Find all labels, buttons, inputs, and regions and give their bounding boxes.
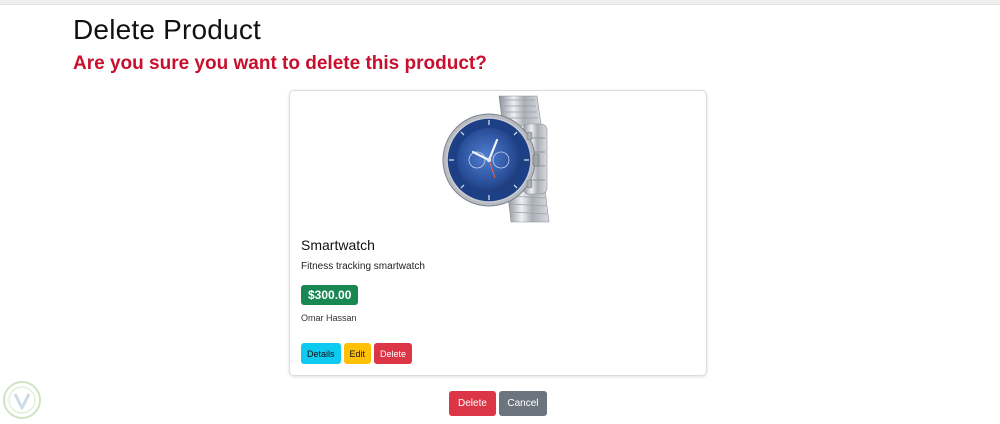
form-actions: Delete Cancel — [449, 391, 547, 416]
card-actions: Details Edit Delete — [301, 343, 413, 364]
page-title: Delete Product — [73, 14, 262, 45]
price-badge: $300.00 — [301, 285, 359, 305]
seller-name: Omar Hassan — [301, 313, 357, 323]
product-name: Smartwatch — [301, 237, 375, 253]
confirm-text: Are you sure you want to delete this pro… — [73, 53, 487, 74]
product-description: Fitness tracking smartwatch — [301, 261, 425, 272]
card-delete-button[interactable]: Delete — [374, 343, 413, 364]
cancel-button[interactable]: Cancel — [498, 391, 547, 416]
product-card: Smartwatch Fitness tracking smartwatch $… — [289, 90, 707, 376]
confirm-delete-button[interactable]: Delete — [449, 391, 496, 416]
watermark-logo-icon — [3, 381, 41, 419]
details-button[interactable]: Details — [301, 343, 341, 364]
top-strip — [0, 0, 1000, 5]
edit-button[interactable]: Edit — [343, 343, 372, 364]
smartwatch-image — [442, 95, 550, 223]
